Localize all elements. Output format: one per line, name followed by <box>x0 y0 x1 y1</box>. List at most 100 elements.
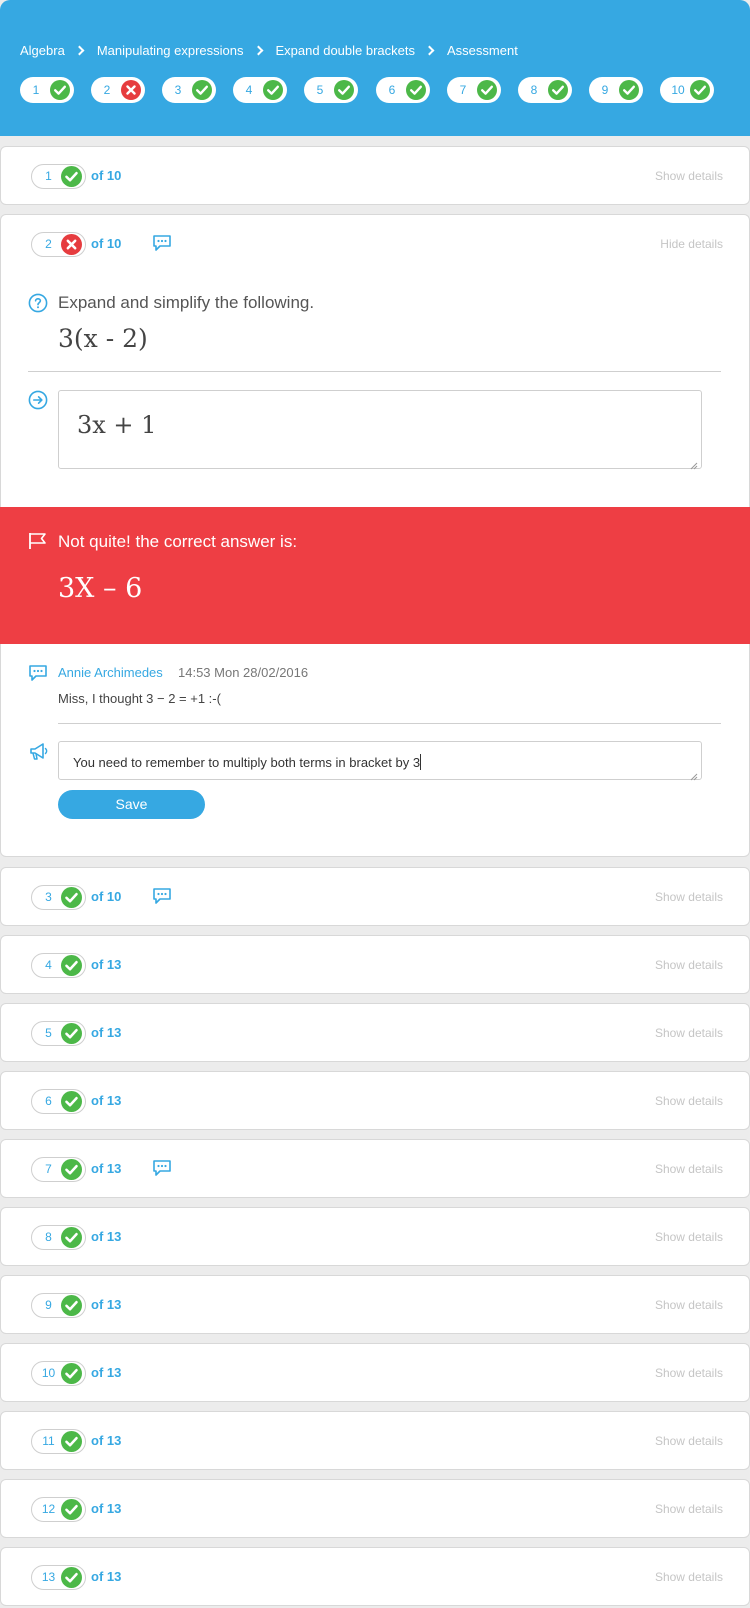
question-card-header[interactable]: 11 of 13 Show details <box>1 1412 749 1470</box>
question-number-pill[interactable]: 12 <box>31 1497 86 1522</box>
check-circle-icon <box>61 1567 82 1588</box>
question-card-5: 5 of 13 Show details <box>0 1003 750 1062</box>
question-number-pill[interactable]: 4 <box>31 953 86 978</box>
show-details-link[interactable]: Show details <box>655 1366 723 1380</box>
question-card-13: 13 of 13 Show details <box>0 1547 750 1606</box>
check-circle-icon <box>61 1023 82 1044</box>
divider <box>28 371 721 372</box>
question-card-header[interactable]: 12 of 13 Show details <box>1 1480 749 1538</box>
question-number-pill[interactable]: 1 <box>31 164 86 189</box>
question-card-header[interactable]: 8 of 13 Show details <box>1 1208 749 1266</box>
show-details-link[interactable]: Show details <box>655 958 723 972</box>
breadcrumb-algebra[interactable]: Algebra <box>20 43 65 58</box>
save-button[interactable]: Save <box>58 790 205 819</box>
question-total: of 13 <box>91 1161 122 1176</box>
progress-pill-number: 7 <box>459 83 467 97</box>
question-card-header[interactable]: 1 of 10 Show details <box>1 147 749 205</box>
show-details-link[interactable]: Show details <box>655 1230 723 1244</box>
check-circle-icon <box>192 80 212 100</box>
progress-pill-6[interactable]: 6 <box>376 77 430 103</box>
progress-pill-number: 8 <box>530 83 538 97</box>
hide-details-link[interactable]: Hide details <box>660 237 723 251</box>
question-total: of 10 <box>91 889 122 904</box>
question-card-header[interactable]: 6 of 13 Show details <box>1 1072 749 1130</box>
question-number-pill[interactable]: 6 <box>31 1089 86 1114</box>
comment-text: Miss, I thought 3 − 2 = +1 :-( <box>58 691 221 706</box>
question-card-header[interactable]: 9 of 13 Show details <box>1 1276 749 1334</box>
comment-bubble-icon[interactable] <box>152 234 172 252</box>
comment-timestamp: 14:53 Mon 28/02/2016 <box>178 665 309 680</box>
question-expression: 3(x - 2) <box>58 324 148 353</box>
question-number-pill[interactable]: 7 <box>31 1157 86 1182</box>
progress-pill-4[interactable]: 4 <box>233 77 287 103</box>
question-total: of 13 <box>91 1433 122 1448</box>
question-number-pill[interactable]: 5 <box>31 1021 86 1046</box>
question-total: of 13 <box>91 1569 122 1584</box>
progress-pill-3[interactable]: 3 <box>162 77 216 103</box>
check-circle-icon <box>61 1227 82 1248</box>
show-details-link[interactable]: Show details <box>655 1502 723 1516</box>
question-card-header[interactable]: 2 of 10 Hide details <box>1 215 749 273</box>
student-answer-field[interactable]: 3x + 1 <box>58 390 702 470</box>
progress-pill-9[interactable]: 9 <box>589 77 643 103</box>
question-card-header[interactable]: 13 of 13 Show details <box>1 1548 749 1606</box>
question-number-pill[interactable]: 10 <box>31 1361 86 1386</box>
question-card-header[interactable]: 3 of 10 Show details <box>1 868 749 926</box>
check-circle-icon <box>263 80 283 100</box>
comment-author[interactable]: Annie Archimedes <box>58 665 163 680</box>
question-total: of 13 <box>91 1501 122 1516</box>
resize-grip-icon[interactable] <box>690 768 698 781</box>
question-card-header[interactable]: 4 of 13 Show details <box>1 936 749 994</box>
show-details-link[interactable]: Show details <box>655 1298 723 1312</box>
assessment-header: Algebra Manipulating expressions Expand … <box>0 0 750 136</box>
show-details-link[interactable]: Show details <box>655 1570 723 1584</box>
question-card-header[interactable]: 5 of 13 Show details <box>1 1004 749 1062</box>
question-prompt: Expand and simplify the following. <box>58 293 315 312</box>
question-number-pill[interactable]: 9 <box>31 1293 86 1318</box>
arrow-right-circle-icon <box>28 390 48 410</box>
cross-circle-icon <box>121 80 141 100</box>
question-number-pill[interactable]: 13 <box>31 1565 86 1590</box>
check-circle-icon <box>61 1431 82 1452</box>
check-circle-icon <box>477 80 497 100</box>
comment-bubble-icon[interactable] <box>152 1159 172 1177</box>
progress-pill-10[interactable]: 10 <box>660 77 714 103</box>
comment-bubble-icon[interactable] <box>152 887 172 905</box>
progress-pill-number: 6 <box>388 83 396 97</box>
question-card-header[interactable]: 10 of 13 Show details <box>1 1344 749 1402</box>
progress-pill-1[interactable]: 1 <box>20 77 74 103</box>
progress-pill-7[interactable]: 7 <box>447 77 501 103</box>
check-circle-icon <box>61 1159 82 1180</box>
breadcrumb-expand-double-brackets[interactable]: Expand double brackets <box>276 43 415 58</box>
question-number-pill[interactable]: 11 <box>31 1429 86 1454</box>
question-number-pill[interactable]: 8 <box>31 1225 86 1250</box>
show-details-link[interactable]: Show details <box>655 1094 723 1108</box>
cross-circle-icon <box>61 234 82 255</box>
teacher-reply-value: You need to remember to multiply both te… <box>73 754 422 770</box>
check-circle-icon <box>61 1295 82 1316</box>
question-card-header[interactable]: 7 of 13 Show details <box>1 1140 749 1198</box>
progress-pill-8[interactable]: 8 <box>518 77 572 103</box>
question-number-pill[interactable]: 2 <box>31 232 86 257</box>
progress-pill-2[interactable]: 2 <box>91 77 145 103</box>
resize-grip-icon[interactable] <box>690 457 698 470</box>
question-number-pill[interactable]: 3 <box>31 885 86 910</box>
progress-pill-number: 3 <box>174 83 182 97</box>
show-details-link[interactable]: Show details <box>655 1162 723 1176</box>
feedback-message: Not quite! the correct answer is: <box>58 532 298 551</box>
question-total: of 13 <box>91 1365 122 1380</box>
question-mark-icon <box>28 293 48 313</box>
breadcrumb-manipulating-expressions[interactable]: Manipulating expressions <box>97 43 244 58</box>
show-details-link[interactable]: Show details <box>655 1026 723 1040</box>
question-total: of 13 <box>91 957 122 972</box>
question-total: of 10 <box>91 168 122 183</box>
check-circle-icon <box>61 1363 82 1384</box>
show-details-link[interactable]: Show details <box>655 890 723 904</box>
progress-pill-5[interactable]: 5 <box>304 77 358 103</box>
feedback-banner: Not quite! the correct answer is: 3X – 6 <box>0 507 750 644</box>
teacher-reply-field[interactable]: You need to remember to multiply both te… <box>58 741 702 781</box>
question-card-11: 11 of 13 Show details <box>0 1411 750 1470</box>
show-details-link[interactable]: Show details <box>655 169 723 183</box>
progress-pill-number: 1 <box>32 83 40 97</box>
show-details-link[interactable]: Show details <box>655 1434 723 1448</box>
